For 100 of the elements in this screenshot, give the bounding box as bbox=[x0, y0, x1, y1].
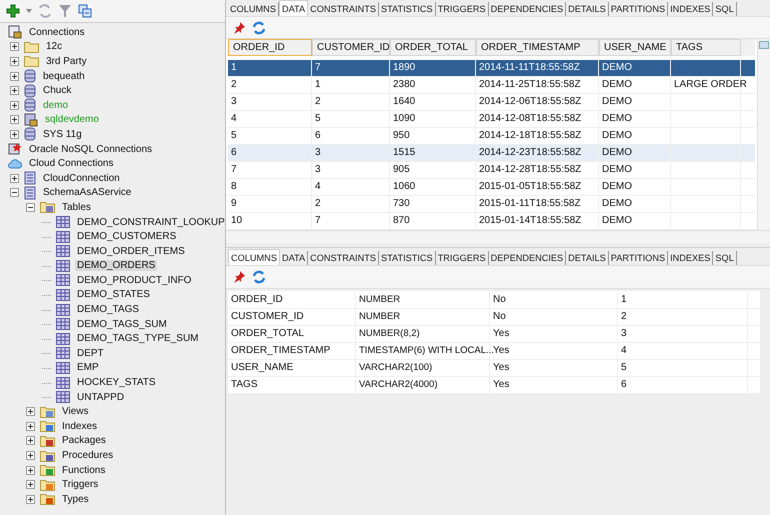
collapse-icon[interactable] bbox=[78, 4, 92, 18]
table-cell: 8 bbox=[231, 181, 237, 192]
tree-item[interactable]: SYS 11g bbox=[41, 128, 84, 140]
expand-toggle[interactable] bbox=[26, 451, 35, 460]
expand-toggle[interactable] bbox=[10, 115, 19, 124]
table-cell: 2015-01-05T18:55:58Z bbox=[479, 181, 582, 192]
table-item[interactable]: DEMO_TAGS_TYPE_SUM bbox=[75, 333, 201, 344]
table-item[interactable]: DEMO_ORDERS bbox=[75, 260, 158, 272]
expand-toggle[interactable] bbox=[10, 100, 19, 110]
data-row[interactable]: 6 3 1515 2014-12-23T18:55:58Z DEMO bbox=[228, 145, 755, 162]
table-item[interactable]: HOCKEY_STATS bbox=[75, 377, 158, 388]
table-item[interactable]: UNTAPPD bbox=[75, 392, 126, 403]
pin-icon[interactable] bbox=[232, 20, 246, 35]
expand-toggle[interactable] bbox=[10, 188, 19, 198]
tree-item[interactable]: Packages bbox=[60, 435, 108, 446]
expand-toggle[interactable] bbox=[26, 436, 35, 446]
pin-icon[interactable] bbox=[232, 270, 246, 284]
expand-toggle[interactable] bbox=[26, 202, 35, 212]
expand-toggle[interactable] bbox=[10, 72, 19, 81]
expand-toggle[interactable] bbox=[26, 480, 35, 490]
add-icon[interactable] bbox=[6, 4, 20, 18]
table-cell: 2014-11-25T18:55:58Z bbox=[479, 79, 581, 90]
expand-toggle[interactable] bbox=[26, 466, 35, 475]
table-cell: DEMO bbox=[602, 215, 632, 226]
column-header[interactable]: USER_NAME bbox=[599, 39, 671, 56]
column-header[interactable]: ORDER_ID bbox=[228, 39, 312, 56]
table-cell: NUMBER bbox=[359, 294, 400, 305]
table-item[interactable]: DEPT bbox=[75, 348, 106, 359]
column-header[interactable]: ORDER_TIMESTAMP bbox=[476, 39, 599, 56]
table-item[interactable]: DEMO_TAGS_SUM bbox=[75, 318, 169, 330]
table-cell: USER_NAME bbox=[231, 362, 294, 373]
table-item[interactable]: DEMO_PRODUCT_INFO bbox=[75, 274, 194, 286]
expand-toggle[interactable] bbox=[10, 56, 19, 66]
expand-toggle[interactable] bbox=[26, 422, 35, 431]
data-row[interactable]: 8 4 1060 2015-01-05T18:55:58Z DEMO bbox=[228, 179, 755, 196]
caret-icon[interactable] bbox=[26, 9, 32, 13]
tree-item[interactable]: CloudConnection bbox=[41, 172, 122, 184]
table-item[interactable]: DEMO_CONSTRAINT_LOOKUP bbox=[75, 216, 227, 228]
table-item[interactable]: DEMO_ORDER_ITEMS bbox=[75, 246, 187, 257]
table-item[interactable]: DEMO_TAGS bbox=[75, 304, 142, 316]
tree-item[interactable]: Views bbox=[60, 406, 90, 418]
tree-item[interactable]: Tables bbox=[60, 202, 93, 213]
data-row[interactable]: 3 2 1640 2014-12-06T18:55:58Z DEMO bbox=[228, 94, 755, 112]
table-cell: Yes bbox=[493, 328, 510, 339]
expand-toggle[interactable] bbox=[10, 42, 19, 52]
data-row[interactable]: 1 7 1890 2014-11-11T18:55:58Z DEMO bbox=[228, 60, 755, 78]
expand-toggle[interactable] bbox=[26, 494, 35, 504]
expand-toggle[interactable] bbox=[10, 86, 19, 96]
expand-toggle[interactable] bbox=[26, 407, 35, 416]
tree-item[interactable]: Connections bbox=[27, 26, 87, 38]
tree-item[interactable]: Triggers bbox=[60, 479, 100, 490]
database-icon bbox=[24, 98, 36, 112]
table-cell: 3 bbox=[231, 96, 237, 108]
tree-item[interactable]: Functions bbox=[60, 464, 108, 476]
database-icon bbox=[24, 69, 36, 84]
cloud-icon bbox=[8, 158, 22, 169]
expand-toggle[interactable] bbox=[10, 130, 19, 139]
column-header[interactable]: CUSTOMER_ID bbox=[312, 39, 390, 56]
table-item[interactable]: DEMO_STATES bbox=[75, 289, 152, 300]
table-icon bbox=[56, 260, 70, 272]
tree-item[interactable]: bequeath bbox=[41, 70, 87, 82]
data-row[interactable]: 7 3 905 2014-12-28T18:55:58Z DEMO bbox=[228, 162, 755, 180]
tree-item[interactable]: Types bbox=[60, 494, 91, 505]
table-cell: 1 bbox=[621, 294, 627, 305]
table-item[interactable]: EMP bbox=[75, 362, 101, 374]
table-cell: 2014-12-18T18:55:58Z bbox=[479, 130, 582, 142]
refresh-icon[interactable] bbox=[252, 20, 266, 35]
table-item[interactable]: DEMO_CUSTOMERS bbox=[75, 231, 178, 242]
data-row[interactable]: 2 1 2380 2014-11-25T18:55:58Z DEMO LARGE ORDER bbox=[228, 77, 755, 94]
table-cell: ORDER_TIMESTAMP bbox=[231, 345, 330, 356]
folder-icon bbox=[40, 201, 55, 214]
tab[interactable]: DATA bbox=[278, 0, 308, 16]
refresh-icon[interactable] bbox=[252, 270, 266, 284]
horizontal-scrollbar[interactable] bbox=[226, 230, 770, 243]
tree-item[interactable]: Chuck bbox=[41, 85, 74, 96]
data-row[interactable]: 9 2 730 2015-01-11T18:55:58Z DEMO bbox=[228, 196, 755, 214]
tab[interactable]: COLUMNS bbox=[228, 249, 280, 265]
table-cell: DEMO bbox=[602, 198, 632, 210]
folder-icon bbox=[40, 493, 55, 506]
vertical-scrollbar[interactable] bbox=[757, 39, 770, 230]
data-row[interactable]: 4 5 1090 2014-12-08T18:55:58Z DEMO bbox=[228, 111, 755, 128]
tree-item[interactable]: 12c bbox=[44, 41, 64, 52]
table-cell: 1060 bbox=[393, 181, 416, 192]
column-header[interactable]: TAGS bbox=[671, 39, 741, 56]
tree-item[interactable]: Oracle NoSQL Connections bbox=[27, 144, 154, 155]
tree-item[interactable]: 3rd Party bbox=[44, 56, 89, 67]
table-cell: 10 bbox=[231, 215, 242, 226]
database-icon bbox=[24, 84, 36, 98]
column-header[interactable]: ORDER_TOTAL bbox=[390, 39, 476, 56]
table-cell: VARCHAR2(100) bbox=[359, 362, 432, 373]
table-cell: 2 bbox=[315, 198, 321, 210]
expand-toggle[interactable] bbox=[10, 174, 19, 183]
table-cell: Yes bbox=[493, 345, 510, 356]
tree-item[interactable]: SchemaAsAService bbox=[41, 187, 134, 198]
tree-item[interactable]: Cloud Connections bbox=[27, 158, 116, 170]
table-cell: No bbox=[493, 294, 506, 305]
table-cell: NUMBER(8,2) bbox=[359, 328, 420, 339]
table-cell: 870 bbox=[393, 215, 410, 226]
tree-item[interactable]: Indexes bbox=[60, 420, 100, 432]
tree-item[interactable]: Procedures bbox=[60, 450, 116, 462]
